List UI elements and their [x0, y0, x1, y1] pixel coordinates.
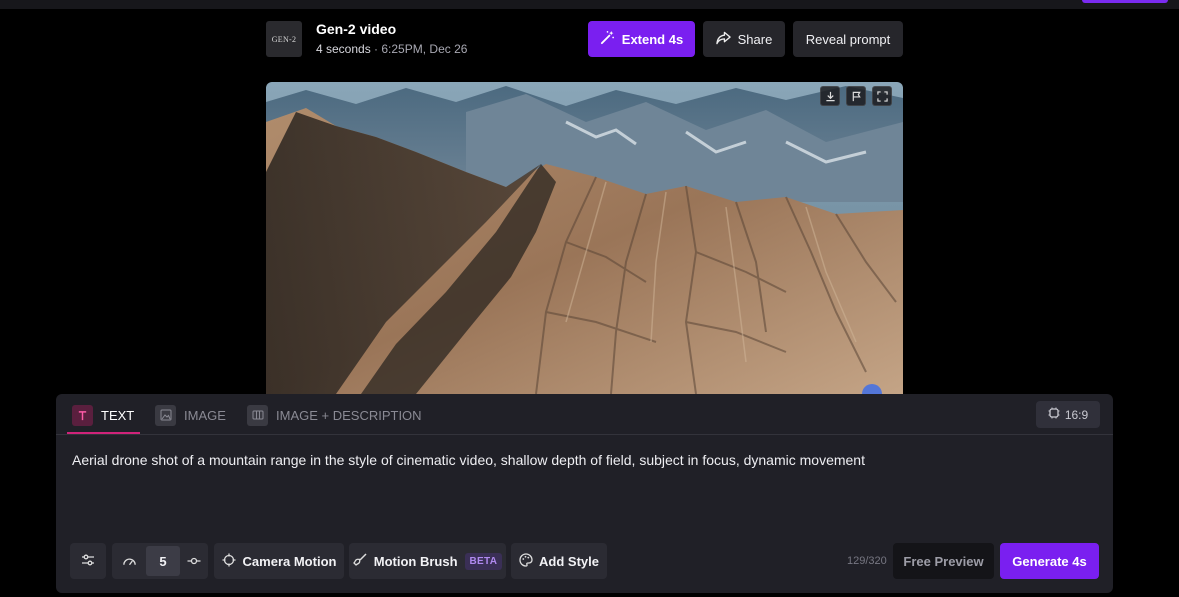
download-icon[interactable] [820, 86, 840, 106]
magic-wand-icon [600, 30, 615, 48]
aspect-ratio-icon [1048, 407, 1060, 422]
camera-motion-label: Camera Motion [242, 553, 337, 569]
video-duration: 4 seconds [316, 42, 371, 56]
video-meta: 4 seconds · 6:25PM, Dec 26 [316, 42, 467, 56]
speed-adjust-icon[interactable] [180, 556, 207, 566]
video-timestamp: 6:25PM, Dec 26 [381, 42, 468, 56]
input-mode-tabs: TEXT IMAGE IMAGE + DESCRIPTION 16:9 [56, 394, 1113, 435]
tab-text-label: TEXT [101, 407, 135, 423]
gauge-icon [112, 555, 146, 567]
brush-icon [352, 552, 367, 570]
model-thumbnail: GEN-2 [266, 21, 302, 57]
motion-brush-button[interactable]: Motion Brush BETA [349, 543, 506, 579]
crosshair-icon [222, 553, 236, 570]
beta-badge: BETA [464, 552, 503, 570]
video-player[interactable] [266, 82, 903, 394]
active-tab-indicator [67, 432, 140, 434]
flag-icon[interactable] [846, 86, 866, 106]
image-description-icon [247, 404, 268, 426]
share-button[interactable]: Share [703, 21, 785, 57]
extend-label: Extend 4s [621, 31, 684, 47]
sliders-icon [81, 553, 95, 570]
motion-speed-control: 5 [112, 543, 208, 579]
free-preview-button[interactable]: Free Preview [893, 543, 994, 579]
tab-image-description-label: IMAGE + DESCRIPTION [276, 407, 422, 423]
fullscreen-icon[interactable] [872, 86, 892, 106]
settings-button[interactable] [70, 543, 106, 579]
generation-panel: TEXT IMAGE IMAGE + DESCRIPTION 16:9 Aeri… [56, 394, 1113, 593]
motion-speed-value[interactable]: 5 [146, 546, 180, 576]
top-bar [0, 0, 1179, 9]
text-icon [72, 404, 93, 426]
mountain-video-frame [266, 82, 903, 394]
add-style-label: Add Style [539, 553, 599, 569]
add-style-button[interactable]: Add Style [511, 543, 607, 579]
aspect-ratio-label: 16:9 [1064, 407, 1089, 422]
top-accent-button-edge[interactable] [1082, 0, 1168, 3]
reveal-prompt-button[interactable]: Reveal prompt [793, 21, 903, 57]
share-icon [715, 31, 731, 48]
share-label: Share [737, 31, 773, 47]
tab-image-description[interactable]: IMAGE + DESCRIPTION [247, 402, 422, 428]
extend-button[interactable]: Extend 4s [588, 21, 695, 57]
palette-icon [519, 552, 533, 570]
tab-text[interactable]: TEXT [72, 402, 134, 428]
tab-image[interactable]: IMAGE [155, 402, 226, 428]
generate-button[interactable]: Generate 4s [1000, 543, 1099, 579]
aspect-ratio-selector[interactable]: 16:9 [1036, 401, 1100, 428]
image-icon [155, 404, 176, 426]
reveal-prompt-label: Reveal prompt [805, 31, 891, 47]
motion-brush-label: Motion Brush [373, 553, 458, 569]
meta-separator: · [370, 42, 382, 56]
video-header: GEN-2 Gen-2 video 4 seconds · 6:25PM, De… [266, 20, 903, 58]
thumbnail-label: GEN-2 [271, 34, 297, 44]
tab-image-label: IMAGE [184, 407, 226, 423]
character-count: 129/320 [847, 555, 887, 567]
prompt-textarea[interactable]: Aerial drone shot of a mountain range in… [72, 452, 865, 468]
video-title: Gen-2 video [316, 21, 397, 37]
camera-motion-button[interactable]: Camera Motion [214, 543, 344, 579]
